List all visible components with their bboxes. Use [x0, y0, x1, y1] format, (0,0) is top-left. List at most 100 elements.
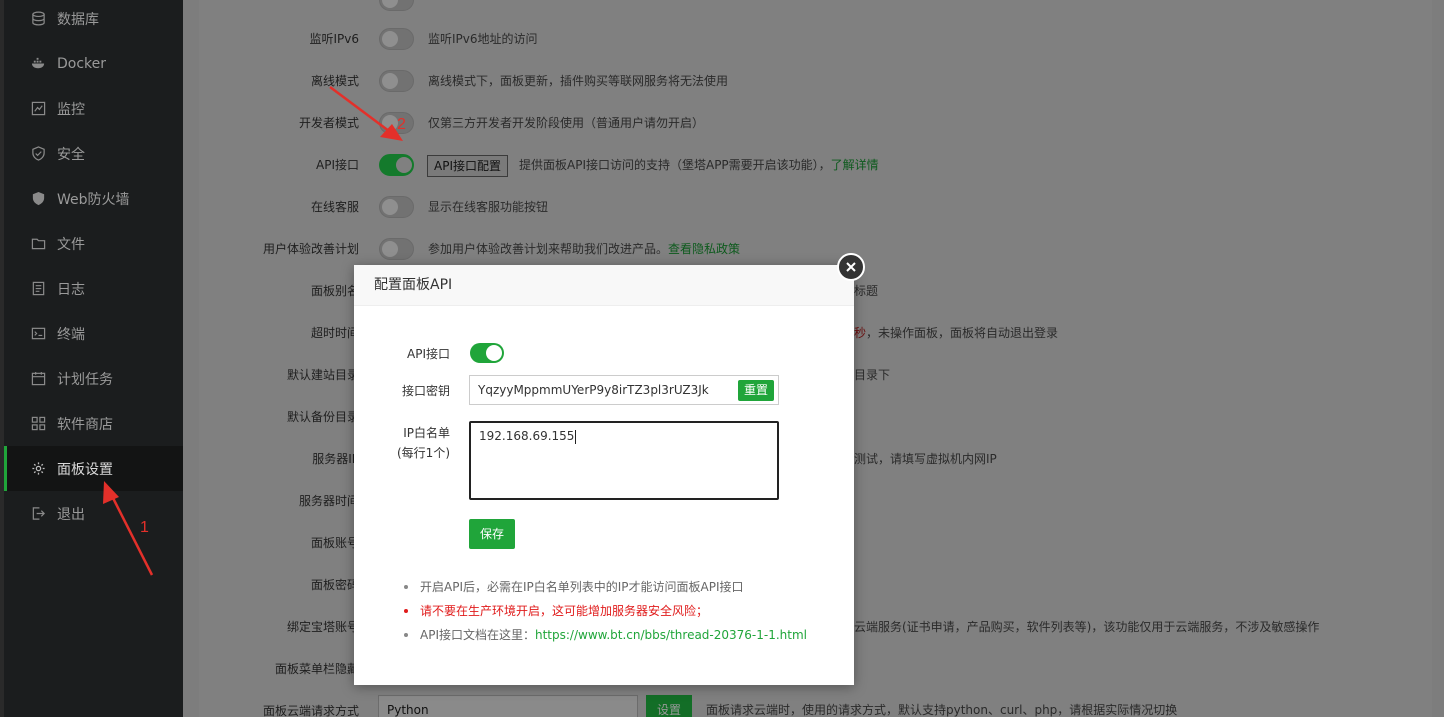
row-desc: 参加用户体验改善计划来帮助我们改进产品。查看隐私政策: [428, 228, 740, 270]
sidebar-item-monitor[interactable]: 监控: [4, 86, 183, 131]
ip-whitelist-textarea[interactable]: 192.168.69.155: [469, 421, 779, 500]
row-tail: 云端服务(证书申请，产品购买，软件列表等)，该功能仅用于云端服务，不涉及敏感操作: [854, 620, 1320, 634]
cloud-desc: 面板请求云端时，使用的请求方式，默认支持python、curl、php，请根据实…: [706, 703, 1178, 717]
row-tail: 目录下: [854, 368, 891, 382]
api-key-field[interactable]: YqzyyMppmmUYerP9y8irTZ3pl3rUZ3Jk 重置: [469, 375, 779, 405]
folder-icon: [30, 236, 46, 252]
log-icon: [30, 281, 46, 297]
sidebar-item-files[interactable]: 文件: [4, 221, 183, 266]
firewall-icon: [30, 191, 46, 207]
api-switch[interactable]: [470, 343, 504, 363]
key-label: 接口密钥: [401, 384, 450, 398]
row-desc: 离线模式下，面板更新，插件购买等联网服务将无法使用: [428, 74, 729, 88]
note-warning: 请不要在生产环境开启，这可能增加服务器安全风险；: [404, 599, 844, 623]
row-label: 服务器IP: [312, 452, 359, 466]
row-tail: 秒，未操作面板，面板将自动退出登录: [854, 312, 1058, 354]
row-label: 监听IPv6: [309, 32, 359, 46]
sidebar-item-cron[interactable]: 计划任务: [4, 356, 183, 401]
reset-key-button[interactable]: 重置: [738, 380, 774, 401]
note-docs-prefix: API接口文档在这里：: [420, 628, 535, 642]
sidebar-item-label: 数据库: [57, 11, 99, 28]
sidebar-item-label: 面板设置: [57, 461, 113, 478]
monitor-icon: [30, 101, 46, 117]
row-label: 绑定宝塔账号: [286, 620, 359, 634]
sidebar-item-label: 日志: [57, 281, 85, 298]
row-label: 面板云端请求方式: [262, 704, 359, 717]
save-button[interactable]: 保存: [469, 519, 515, 549]
sidebar-item-terminal[interactable]: 终端: [4, 311, 183, 356]
sidebar-item-label: Docker: [57, 55, 107, 72]
sidebar-item-database[interactable]: 数据库: [4, 0, 183, 41]
toggle-ipv6[interactable]: [379, 28, 414, 50]
row-label: 面板密码: [310, 578, 359, 592]
sidebar-item-logs[interactable]: 日志: [4, 266, 183, 311]
toggle-partial[interactable]: [379, 0, 414, 11]
sidebar-item-label: 安全: [57, 146, 85, 163]
sidebar-item-store[interactable]: 软件商店: [4, 401, 183, 446]
privacy-policy-link[interactable]: 查看隐私政策: [668, 242, 740, 256]
api-switch-label: API接口: [407, 347, 450, 361]
shield-icon: [30, 146, 46, 162]
row-label: 超时时间: [310, 326, 359, 340]
sidebar-item-label: 终端: [57, 326, 85, 343]
settings-row-service: 在线客服 显示在线客服功能按钮: [199, 186, 1432, 228]
note-whitelist: 开启API后，必需在IP白名单列表中的IP才能访问面板API接口: [404, 575, 844, 599]
annotation-number-2: 2: [397, 116, 406, 133]
docker-icon: [30, 56, 46, 72]
ip-whitelist-hint: (每行1个): [397, 446, 450, 460]
row-desc: 仅第三方开发者开发阶段使用（普通用户请勿开启）: [428, 116, 705, 130]
settings-row-ux: 用户体验改善计划 参加用户体验改善计划来帮助我们改进产品。查看隐私政策: [199, 228, 1432, 270]
sidebar-item-security[interactable]: 安全: [4, 131, 183, 176]
settings-row-ipv6: 监听IPv6 监听IPv6地址的访问: [199, 18, 1432, 60]
cloud-set-button[interactable]: 设置: [646, 695, 692, 717]
api-docs-link[interactable]: https://www.bt.cn/bbs/thread-20376-1-1.h…: [535, 628, 807, 642]
grid-icon: [30, 416, 46, 432]
timeout-desc: ，未操作面板，面板将自动退出登录: [866, 326, 1059, 340]
toggle-api[interactable]: [379, 154, 414, 176]
sidebar-item-label: 软件商店: [57, 416, 113, 433]
cloud-method-select[interactable]: Python: [378, 695, 638, 717]
row-desc: 显示在线客服功能按钮: [428, 200, 549, 214]
terminal-icon: [30, 326, 46, 342]
sidebar-item-label: Web防火墙: [57, 191, 130, 208]
sidebar-item-label: 监控: [57, 101, 85, 118]
sidebar-item-settings[interactable]: 面板设置: [4, 446, 183, 491]
api-config-button[interactable]: API接口配置: [427, 155, 508, 177]
settings-row-offline: 离线模式 离线模式下，面板更新，插件购买等联网服务将无法使用: [199, 60, 1432, 102]
api-learn-more-link[interactable]: 了解详情: [831, 158, 879, 172]
toggle-ux[interactable]: [379, 238, 414, 260]
row-label: 默认建站目录: [286, 368, 359, 382]
gear-icon: [30, 461, 46, 477]
dialog-title: 配置面板API: [354, 265, 854, 306]
api-desc-text: 提供面板API接口访问的支持（堡塔APP需要开启该功能），: [519, 158, 831, 172]
row-label: 离线模式: [310, 74, 359, 88]
row-label: 默认备份目录: [286, 410, 359, 424]
sidebar-item-waf[interactable]: Web防火墙: [4, 176, 183, 221]
toggle-offline[interactable]: [379, 70, 414, 92]
row-label: 用户体验改善计划: [262, 242, 359, 256]
note-docs: API接口文档在这里：https://www.bt.cn/bbs/thread-…: [404, 623, 844, 647]
ux-desc-text: 参加用户体验改善计划来帮助我们改进产品。: [428, 242, 669, 256]
sidebar-item-docker[interactable]: Docker: [4, 41, 183, 86]
ip-whitelist-value: 192.168.69.155: [479, 429, 575, 443]
row-label: 服务器时间: [298, 494, 359, 508]
row-label: 在线客服: [310, 200, 359, 214]
close-icon: [846, 262, 856, 272]
sidebar-item-label: 退出: [57, 506, 85, 523]
toggle-service[interactable]: [379, 196, 414, 218]
text-caret: [575, 429, 577, 444]
dialog-close-button[interactable]: [837, 253, 865, 281]
sidebar-item-label: 计划任务: [57, 371, 113, 388]
sidebar-item-logout[interactable]: 退出: [4, 491, 183, 536]
calendar-icon: [30, 371, 46, 387]
row-label: 面板菜单栏隐藏: [274, 662, 359, 676]
sidebar: 数据库 Docker 监控 安全 Web防火墙 文件 日志 终端 计划任务 软件…: [0, 0, 183, 717]
settings-row-developer: 开发者模式 仅第三方开发者开发阶段使用（普通用户请勿开启）: [199, 102, 1432, 144]
database-icon: [30, 11, 46, 27]
settings-row-api: API接口 API接口配置 提供面板API接口访问的支持（堡塔APP需要开启该功…: [199, 144, 1432, 186]
row-label: 开发者模式: [298, 116, 359, 130]
ip-whitelist-label: IP白名单: [403, 426, 450, 440]
row-desc: 监听IPv6地址的访问: [428, 32, 538, 46]
timeout-unit: 秒: [854, 326, 867, 340]
api-config-dialog: 配置面板API API接口 接口密钥 YqzyyMppmmUYerP9y8irT…: [354, 265, 854, 685]
